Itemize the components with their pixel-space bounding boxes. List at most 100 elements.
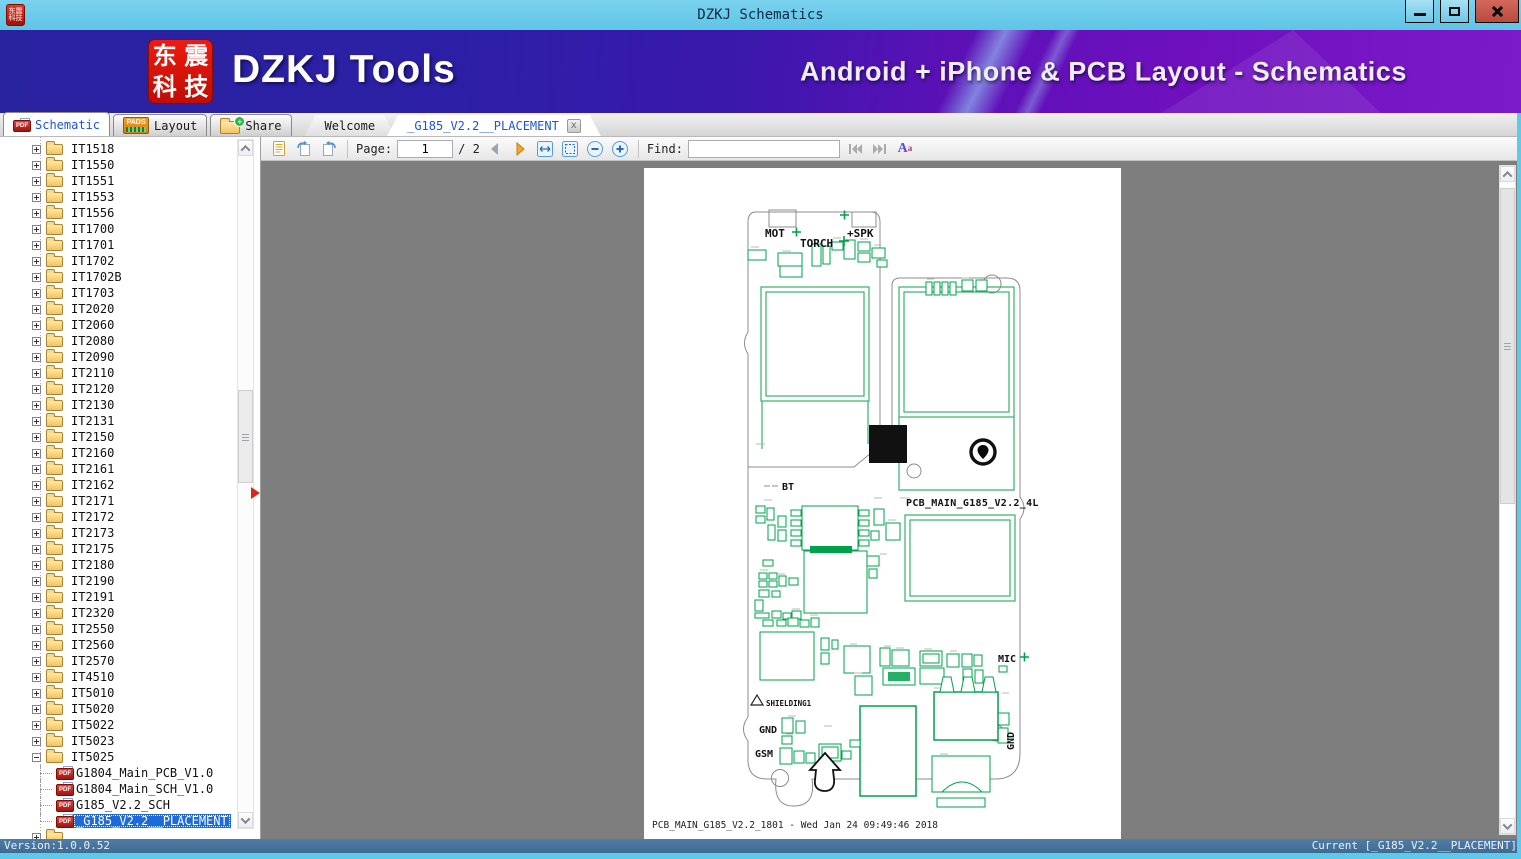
tree-folder-row-partial[interactable] — [0, 829, 234, 839]
expander-icon[interactable] — [32, 624, 41, 634]
document-scrollbar[interactable] — [1499, 165, 1516, 835]
tree-folder-row[interactable]: IT1702B — [0, 269, 234, 285]
expander-icon[interactable] — [32, 640, 41, 650]
tree-folder-row[interactable]: IT2162 — [0, 477, 234, 493]
fit-width-icon[interactable] — [535, 139, 555, 159]
tree-folder-row[interactable]: IT1518 — [0, 141, 234, 157]
tree-folder-row[interactable]: IT1702 — [0, 253, 234, 269]
tree-folder-row[interactable]: IT2131 — [0, 413, 234, 429]
expander-icon[interactable] — [32, 400, 41, 410]
tree-folder-row[interactable]: IT1551 — [0, 173, 234, 189]
close-tab-icon[interactable]: x — [567, 119, 581, 133]
tab-placement[interactable]: _G185_V2.2__PLACEMENT x — [387, 115, 601, 136]
minimize-button[interactable] — [1405, 0, 1434, 23]
tree-document-row[interactable]: PDF G185_V2.2_SCH — [0, 797, 234, 813]
expander-icon[interactable] — [32, 544, 41, 554]
expander-icon[interactable] — [32, 688, 41, 698]
expander-icon[interactable] — [32, 752, 41, 762]
expander-icon[interactable] — [32, 384, 41, 394]
previous-page-icon[interactable] — [485, 139, 505, 159]
tree-folder-row[interactable]: IT2171 — [0, 493, 234, 509]
page-input[interactable] — [397, 139, 454, 158]
tree-folder-row[interactable]: IT2110 — [0, 365, 234, 381]
tree-folder-row[interactable]: IT2161 — [0, 461, 234, 477]
tree-scrollbar[interactable] — [237, 139, 254, 829]
zoom-out-icon[interactable] — [585, 139, 605, 159]
fit-page-icon[interactable] — [560, 139, 580, 159]
close-button[interactable] — [1475, 0, 1519, 23]
tree-folder-row[interactable]: IT2550 — [0, 621, 234, 637]
tree-folder-row[interactable]: IT2175 — [0, 541, 234, 557]
doc-scroll-up-arrow[interactable] — [1500, 166, 1515, 182]
tree-folder-row[interactable]: IT2090 — [0, 349, 234, 365]
tree-folder-row[interactable]: IT1700 — [0, 221, 234, 237]
tree-folder-row[interactable]: IT2172 — [0, 509, 234, 525]
expander-icon[interactable] — [32, 320, 41, 330]
tree-folder-row[interactable]: IT2560 — [0, 637, 234, 653]
tree-folder-row[interactable]: IT1703 — [0, 285, 234, 301]
expander-icon[interactable] — [32, 416, 41, 426]
document-viewport[interactable]: MOT TORCH +SPK BT PCB_MAIN_G185_V2.2_4L … — [261, 161, 1521, 839]
tree-folder-row[interactable]: IT2060 — [0, 317, 234, 333]
expander-icon[interactable] — [32, 240, 41, 250]
expander-icon[interactable] — [32, 304, 41, 314]
tree-folder-row[interactable]: IT2180 — [0, 557, 234, 573]
tree-folder-row[interactable]: IT1701 — [0, 237, 234, 253]
rotate-right-icon[interactable] — [319, 139, 339, 159]
tree-folder-row[interactable]: IT2190 — [0, 573, 234, 589]
expander-icon[interactable] — [32, 496, 41, 506]
scroll-up-arrow[interactable] — [238, 140, 253, 156]
tree-folder-row[interactable]: IT1550 — [0, 157, 234, 173]
tree-document-row[interactable]: PDF G1804_Main_SCH_V1.0 — [0, 781, 234, 797]
find-input[interactable] — [687, 139, 840, 158]
tree-folder-row[interactable]: IT1556 — [0, 205, 234, 221]
tree-folder-row[interactable]: IT2020 — [0, 301, 234, 317]
expander-icon[interactable] — [32, 832, 41, 839]
expander-icon[interactable] — [32, 576, 41, 586]
expander-icon[interactable] — [32, 272, 41, 282]
expander-icon[interactable] — [32, 720, 41, 730]
tree-folder-row[interactable]: IT1553 — [0, 189, 234, 205]
expander-icon[interactable] — [32, 512, 41, 522]
expander-icon[interactable] — [32, 736, 41, 746]
expander-icon[interactable] — [32, 208, 41, 218]
expander-icon[interactable] — [32, 144, 41, 154]
expander-icon[interactable] — [32, 656, 41, 666]
match-case-icon[interactable]: Aa — [895, 139, 915, 159]
tab-share[interactable]: + Share — [210, 114, 292, 136]
expander-icon[interactable] — [32, 592, 41, 602]
tree-folder-row[interactable]: IT5020 — [0, 701, 234, 717]
expander-icon[interactable] — [32, 672, 41, 682]
pdf-page[interactable]: MOT TORCH +SPK BT PCB_MAIN_G185_V2.2_4L … — [644, 168, 1121, 839]
tree-folder-row[interactable]: IT2080 — [0, 333, 234, 349]
expander-icon[interactable] — [32, 528, 41, 538]
rotate-left-icon[interactable] — [294, 139, 314, 159]
expander-icon[interactable] — [32, 464, 41, 474]
expander-icon[interactable] — [32, 160, 41, 170]
expander-icon[interactable] — [32, 560, 41, 570]
doc-scroll-thumb[interactable] — [1500, 188, 1515, 504]
tree-folder-row[interactable]: IT2130 — [0, 397, 234, 413]
copy-page-icon[interactable] — [269, 139, 289, 159]
expander-icon[interactable] — [32, 192, 41, 202]
tree-folder-row[interactable]: IT4510 — [0, 669, 234, 685]
expander-icon[interactable] — [32, 288, 41, 298]
find-previous-icon[interactable] — [845, 139, 865, 159]
expander-icon[interactable] — [32, 224, 41, 234]
expander-icon[interactable] — [32, 480, 41, 490]
maximize-button[interactable] — [1440, 0, 1469, 23]
scroll-thumb[interactable] — [238, 390, 253, 483]
expander-icon[interactable] — [32, 256, 41, 266]
tab-schematic[interactable]: PDF Schematic — [3, 112, 111, 136]
tree-folder-row[interactable]: IT5010 — [0, 685, 234, 701]
tree-folder-row[interactable]: IT2191 — [0, 589, 234, 605]
expander-icon[interactable] — [32, 176, 41, 186]
tree-document-row[interactable]: PDF G1804_Main_PCB_V1.0 — [0, 765, 234, 781]
expander-icon[interactable] — [32, 608, 41, 618]
zoom-in-icon[interactable] — [610, 139, 630, 159]
panel-collapse-arrow[interactable] — [251, 487, 260, 499]
expander-icon[interactable] — [32, 352, 41, 362]
tree-folder-row[interactable]: IT2173 — [0, 525, 234, 541]
expander-icon[interactable] — [32, 448, 41, 458]
scroll-down-arrow[interactable] — [238, 812, 253, 828]
